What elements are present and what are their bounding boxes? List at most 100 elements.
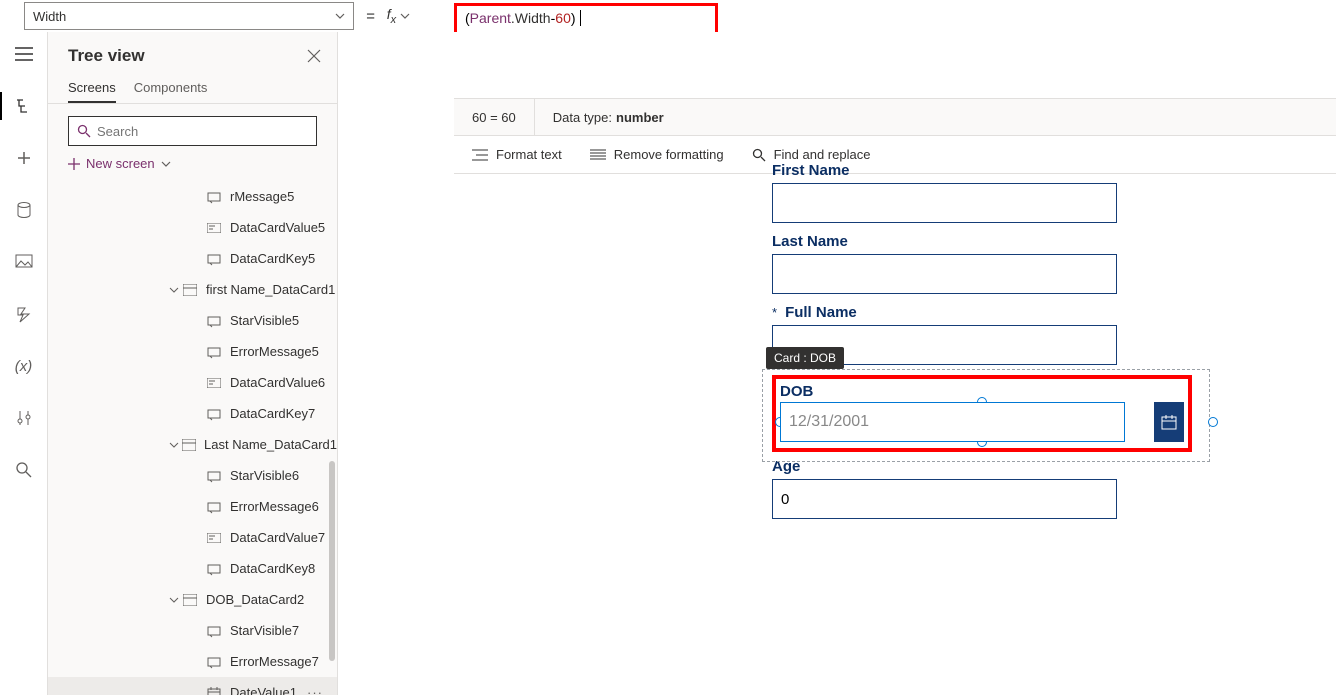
format-text-button[interactable]: Format text — [472, 147, 562, 162]
format-text-label: Format text — [496, 147, 562, 162]
tree-item-label: DataCardValue5 — [230, 220, 325, 235]
label-icon — [206, 561, 222, 577]
tree-item-label: DataCardValue6 — [230, 375, 325, 390]
tree-item-label: ErrorMessage6 — [230, 499, 319, 514]
chevron-down-icon[interactable] — [168, 285, 180, 295]
label-icon — [206, 406, 222, 422]
calendar-button[interactable] — [1154, 402, 1184, 442]
tree-item-label: rMessage5 — [230, 189, 294, 204]
text-cursor — [580, 10, 581, 26]
chevron-down-icon — [400, 11, 410, 21]
tab-screens[interactable]: Screens — [68, 74, 116, 103]
first-name-label: First Name — [772, 162, 1192, 179]
remove-formatting-button[interactable]: Remove formatting — [590, 147, 724, 162]
first-name-input[interactable] — [772, 183, 1117, 223]
tree-item[interactable]: StarVisible6··· — [48, 460, 337, 491]
fx-button[interactable]: fx — [387, 6, 416, 26]
tree-item[interactable]: DateValue1··· — [48, 677, 337, 695]
more-icon[interactable]: ··· — [307, 685, 323, 695]
card-icon — [182, 282, 198, 298]
formula-parent-ref: Parent — [470, 10, 511, 26]
tree-search[interactable] — [68, 116, 317, 146]
tree-item[interactable]: Last Name_DataCard1··· — [48, 429, 337, 460]
card-tooltip: Card : DOB — [766, 347, 844, 369]
search-icon — [752, 148, 766, 162]
formula-number: 60 — [555, 10, 571, 26]
tree-item-label: DataCardKey8 — [230, 561, 315, 576]
advanced-tools-icon[interactable] — [10, 404, 38, 432]
dob-date-input[interactable] — [780, 402, 1125, 442]
field-first-name: First Name — [772, 162, 1192, 223]
tree-item[interactable]: DataCardValue5··· — [48, 212, 337, 243]
full-name-label: Full Name — [785, 304, 857, 321]
last-name-input[interactable] — [772, 254, 1117, 294]
chevron-down-icon[interactable] — [168, 440, 179, 450]
remove-formatting-label: Remove formatting — [614, 147, 724, 162]
variables-icon[interactable]: (x) — [10, 352, 38, 380]
tree-item[interactable]: DataCardValue6··· — [48, 367, 337, 398]
card-icon — [182, 592, 198, 608]
label-icon — [206, 251, 222, 267]
property-dropdown[interactable]: Width — [24, 2, 354, 30]
age-input[interactable] — [772, 479, 1117, 519]
tree-item[interactable]: rMessage5··· — [48, 181, 337, 212]
label-icon — [206, 499, 222, 515]
tree-view-title: Tree view — [68, 46, 145, 66]
close-icon[interactable] — [307, 49, 321, 63]
tree-item[interactable]: DataCardKey7··· — [48, 398, 337, 429]
search-icon[interactable] — [10, 456, 38, 484]
tree-view-icon[interactable] — [10, 92, 38, 120]
selection-handle[interactable] — [1208, 417, 1218, 427]
card-icon — [181, 437, 196, 453]
scrollbar-thumb[interactable] — [329, 461, 335, 661]
tab-components[interactable]: Components — [134, 74, 208, 103]
tree-item[interactable]: first Name_DataCard1··· — [48, 274, 337, 305]
tree-item-label: StarVisible6 — [230, 468, 299, 483]
formula-result-bar: 60 = 60 Data type: number — [454, 98, 1336, 136]
date-icon — [206, 685, 222, 695]
tree-item[interactable]: ErrorMessage6··· — [48, 491, 337, 522]
datatype-label: Data type: — [553, 110, 612, 125]
equals-label: = — [366, 8, 375, 25]
tree-item[interactable]: DataCardKey8··· — [48, 553, 337, 584]
tree-item[interactable]: DOB_DataCard2··· — [48, 584, 337, 615]
tree-item[interactable]: ErrorMessage5··· — [48, 336, 337, 367]
find-replace-label: Find and replace — [774, 147, 871, 162]
datatype-value: number — [616, 110, 664, 125]
tree-view-panel: Tree view Screens Components New screen … — [48, 32, 338, 695]
dob-card-selected[interactable]: DOB — [772, 375, 1192, 452]
tree-item[interactable]: ErrorMessage7··· — [48, 646, 337, 677]
dob-input-wrap — [780, 402, 1184, 442]
form-preview: First Name Last Name * Full Name Card : … — [772, 174, 1192, 529]
tree-item-label: first Name_DataCard1 — [206, 282, 335, 297]
age-label: Age — [772, 458, 1192, 475]
last-name-label: Last Name — [772, 233, 1192, 250]
calendar-icon — [1161, 414, 1177, 430]
chevron-down-icon — [161, 159, 171, 169]
text-icon — [206, 375, 222, 391]
tree-item-label: ErrorMessage5 — [230, 344, 319, 359]
tree-item[interactable]: StarVisible5··· — [48, 305, 337, 336]
tree-item[interactable]: DataCardKey5··· — [48, 243, 337, 274]
data-icon[interactable] — [10, 196, 38, 224]
fx-icon: fx — [387, 6, 396, 26]
tree-item-label: DataCardValue7 — [230, 530, 325, 545]
tree-search-input[interactable] — [97, 124, 308, 139]
left-rail: (x) — [0, 32, 48, 695]
remove-formatting-icon — [590, 149, 606, 161]
media-icon[interactable] — [10, 248, 38, 276]
power-automate-icon[interactable] — [10, 300, 38, 328]
formula-dot-width: .Width — [511, 10, 551, 26]
tree-item-label: Last Name_DataCard1 — [204, 437, 337, 452]
chevron-down-icon[interactable] — [168, 595, 180, 605]
tree-item[interactable]: StarVisible7··· — [48, 615, 337, 646]
tree-item[interactable]: DataCardValue7··· — [48, 522, 337, 553]
insert-icon[interactable] — [10, 144, 38, 172]
tree-item-label: DataCardKey7 — [230, 406, 315, 421]
new-screen-label: New screen — [86, 156, 155, 171]
format-text-icon — [472, 149, 488, 161]
new-screen-button[interactable]: New screen — [68, 156, 317, 171]
find-replace-button[interactable]: Find and replace — [752, 147, 871, 162]
hamburger-icon[interactable] — [10, 40, 38, 68]
label-icon — [206, 623, 222, 639]
